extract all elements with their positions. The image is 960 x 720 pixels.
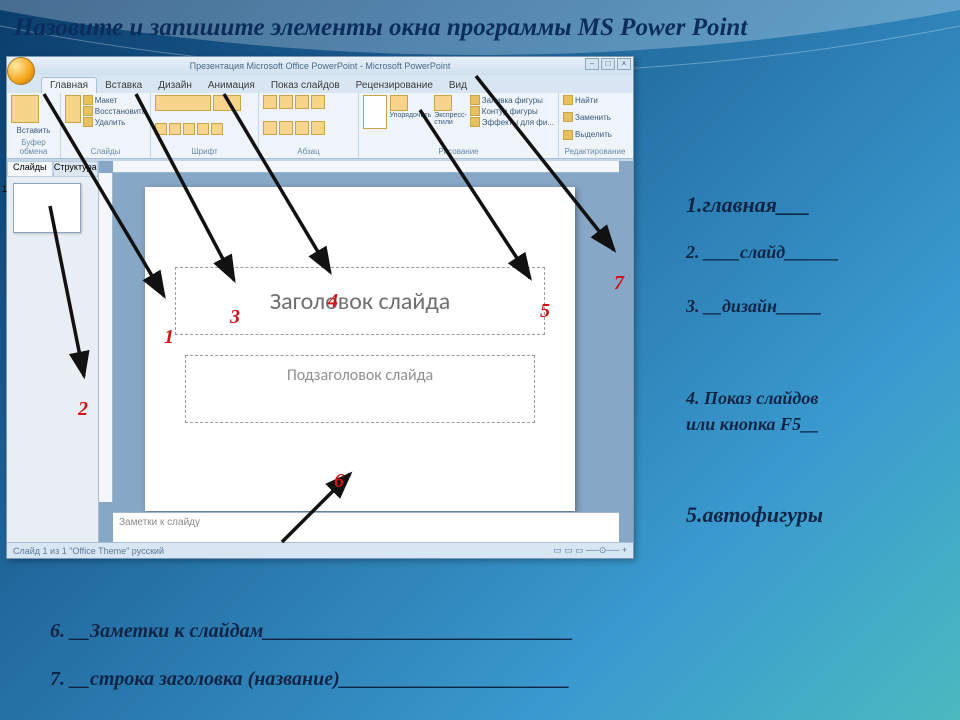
align-left-icon[interactable] (263, 121, 277, 135)
close-icon[interactable]: × (617, 58, 631, 70)
align-center-icon[interactable] (279, 121, 293, 135)
replace-icon[interactable] (563, 112, 573, 122)
tab-slideshow[interactable]: Показ слайдов (263, 78, 348, 93)
underline-icon[interactable] (183, 123, 195, 135)
answer-1: 1.главная___ (686, 192, 810, 218)
marker-4: 4 (328, 290, 338, 313)
shape-fill-label: Заливка фигуры (482, 96, 543, 105)
tab-view[interactable]: Вид (441, 78, 475, 93)
indent-inc-icon[interactable] (311, 95, 325, 109)
slide-panel: Слайды Структура (7, 161, 99, 542)
quick-styles-icon[interactable] (434, 95, 452, 111)
indent-dec-icon[interactable] (295, 95, 309, 109)
bold-icon[interactable] (155, 123, 167, 135)
numbering-icon[interactable] (279, 95, 293, 109)
answer-5: 5.автофигуры (686, 502, 823, 528)
sidepane-tab-outline[interactable]: Структура (53, 161, 99, 177)
bullets-icon[interactable] (263, 95, 277, 109)
reset-icon[interactable] (83, 106, 93, 116)
group-slides: Слайды (65, 147, 146, 156)
select-icon[interactable] (563, 130, 573, 140)
group-font: Шрифт (155, 147, 254, 156)
tab-design[interactable]: Дизайн (150, 78, 200, 93)
paste-label: Вставить (11, 126, 56, 135)
italic-icon[interactable] (169, 123, 181, 135)
shape-effects-icon[interactable] (470, 117, 480, 127)
minimize-icon[interactable]: – (585, 58, 599, 70)
answer-2: 2. ____слайд______ (686, 242, 839, 263)
status-right-icons: ▭ ▭ ▭ ──⊙── + (553, 545, 627, 556)
status-left: Слайд 1 из 1 "Office Theme" русский (13, 546, 164, 556)
new-slide-icon[interactable] (65, 95, 81, 123)
shapes-gallery-icon[interactable] (363, 95, 387, 129)
horizontal-ruler (113, 161, 619, 173)
slide-thumbnail-1[interactable] (13, 183, 81, 233)
quick-styles-label: Экспресс-стили (434, 112, 467, 126)
marker-2: 2 (78, 398, 88, 421)
ribbon: Вставить Буфер обмена Макет Восстановить… (7, 93, 633, 159)
vertical-ruler (99, 173, 113, 502)
reset-label: Восстановить (95, 107, 146, 116)
answer-4: 4. Показ слайдов (686, 388, 818, 409)
strike-icon[interactable] (197, 123, 209, 135)
columns-icon[interactable] (311, 121, 325, 135)
office-button-icon[interactable] (7, 57, 35, 85)
window-title: Презентация Microsoft Office PowerPoint … (190, 61, 451, 71)
slide-edit-area: Заголовок слайда Подзаголовок слайда Зам… (99, 161, 633, 542)
group-drawing: Рисование (363, 147, 554, 156)
group-editing: Редактирование (563, 147, 627, 156)
delete-label: Удалить (95, 118, 126, 127)
replace-label: Заменить (575, 113, 611, 122)
arrange-label: Упорядочить (390, 112, 432, 119)
maximize-icon[interactable]: □ (601, 58, 615, 70)
answer-4-line2: или кнопка F5__ (686, 414, 819, 435)
layout-icon[interactable] (83, 95, 93, 105)
window-titlebar: Презентация Microsoft Office PowerPoint … (7, 57, 633, 75)
shape-outline-icon[interactable] (470, 106, 480, 116)
align-right-icon[interactable] (295, 121, 309, 135)
font-face-icon[interactable] (155, 95, 211, 111)
answer-3: 3. __дизайн_____ (686, 296, 822, 317)
marker-7: 7 (614, 272, 624, 295)
group-clipboard: Буфер обмена (11, 138, 56, 156)
status-bar: Слайд 1 из 1 "Office Theme" русский ▭ ▭ … (7, 542, 633, 558)
tab-home[interactable]: Главная (41, 77, 97, 93)
tab-insert[interactable]: Вставка (97, 78, 150, 93)
arrange-icon[interactable] (390, 95, 408, 111)
select-label: Выделить (575, 130, 612, 139)
shape-effects-label: Эффекты для фи... (482, 118, 554, 127)
shape-outline-label: Контур фигуры (482, 107, 538, 116)
answer-6: 6. __Заметки к слайдам__________________… (50, 620, 573, 643)
subtitle-placeholder[interactable]: Подзаголовок слайда (185, 355, 535, 423)
shape-fill-icon[interactable] (470, 95, 480, 105)
marker-6: 6 (334, 470, 344, 493)
ribbon-tabs: Главная Вставка Дизайн Анимация Показ сл… (7, 75, 633, 93)
answer-7: 7. __строка заголовка (название)________… (50, 668, 570, 691)
layout-label: Макет (95, 96, 118, 105)
marker-3: 3 (230, 306, 240, 329)
delete-icon[interactable] (83, 117, 93, 127)
sidepane-tab-slides[interactable]: Слайды (7, 161, 53, 177)
page-title: Назовите и запишите элементы окна програ… (14, 14, 747, 42)
font-color-icon[interactable] (211, 123, 223, 135)
marker-1: 1 (164, 326, 174, 349)
tab-animation[interactable]: Анимация (200, 78, 263, 93)
font-size-icon[interactable] (213, 95, 241, 111)
tab-review[interactable]: Рецензирование (348, 78, 441, 93)
paste-icon[interactable] (11, 95, 39, 123)
group-paragraph: Абзац (263, 147, 354, 156)
find-icon[interactable] (563, 95, 573, 105)
marker-5: 5 (540, 300, 550, 323)
notes-pane[interactable]: Заметки к слайду (113, 512, 619, 542)
find-label: Найти (575, 96, 598, 105)
slide-canvas[interactable]: Заголовок слайда Подзаголовок слайда (145, 187, 575, 511)
